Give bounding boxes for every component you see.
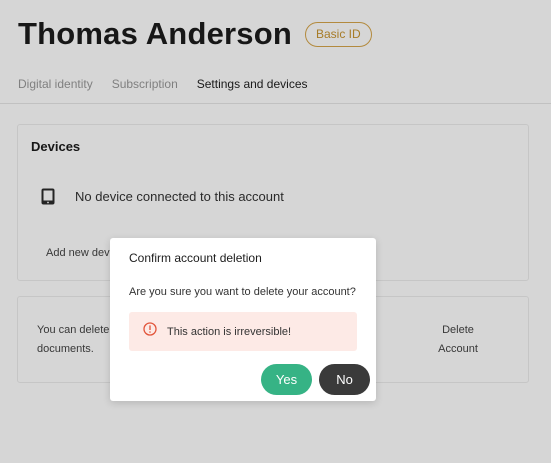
yes-button[interactable]: Yes <box>261 364 312 395</box>
confirm-delete-dialog: Confirm account deletion Are you sure yo… <box>110 238 376 401</box>
no-button[interactable]: No <box>319 364 370 395</box>
warning-box: This action is irreversible! <box>129 312 357 351</box>
dialog-title: Confirm account deletion <box>129 251 262 265</box>
dialog-question: Are you sure you want to delete your acc… <box>129 286 356 298</box>
alert-circle-icon <box>143 322 157 341</box>
warning-text: This action is irreversible! <box>167 325 292 338</box>
